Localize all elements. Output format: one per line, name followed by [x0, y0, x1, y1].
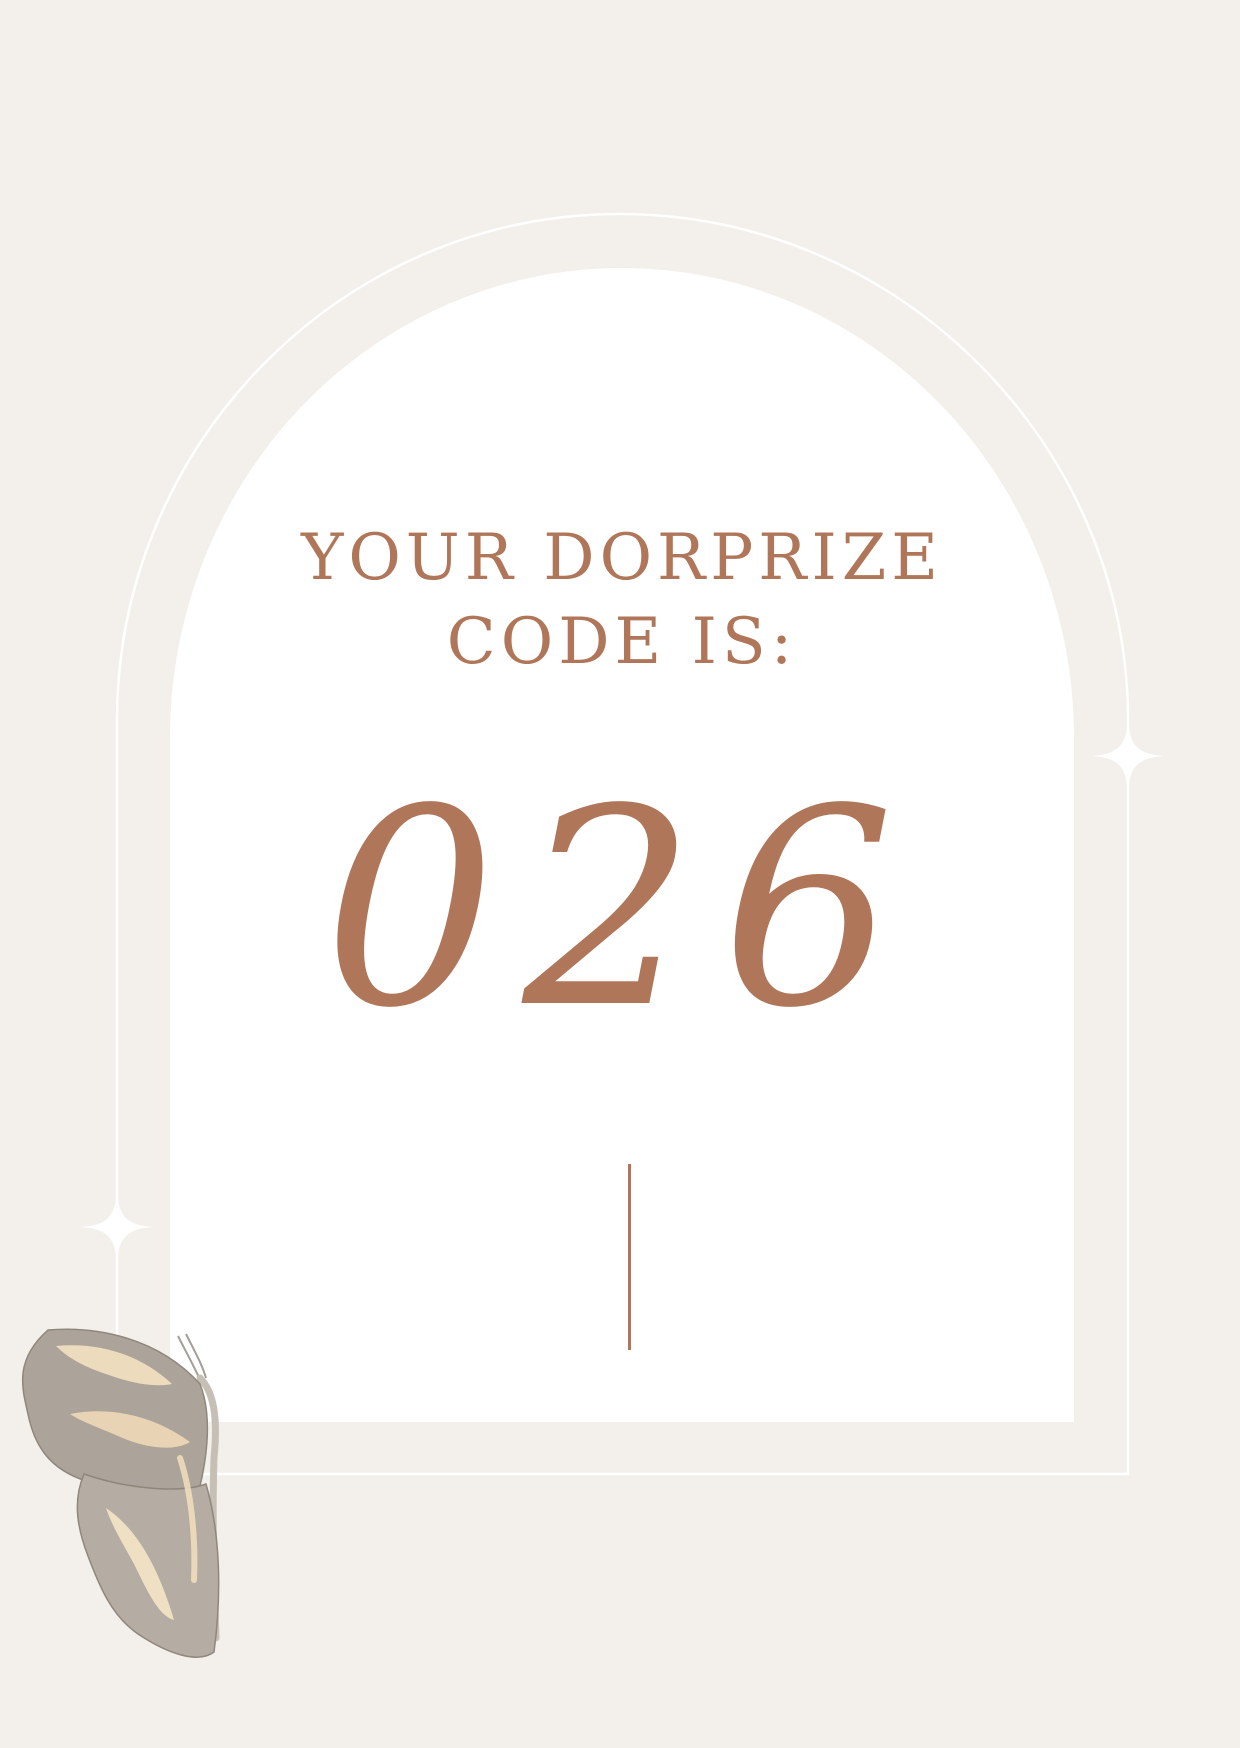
title-line-2: CODE IS: [446, 605, 798, 679]
vertical-divider [628, 1164, 631, 1350]
page-title: YOUR DORPRIZE CODE IS: [170, 516, 1074, 684]
moth-icon [21, 1328, 220, 1658]
sparkle-icon [1092, 720, 1164, 792]
prize-code: 026 [323, 752, 921, 1068]
sparkle-icon [81, 1191, 153, 1263]
title-line-1: YOUR DORPRIZE [301, 521, 943, 595]
prize-card: YOUR DORPRIZE CODE IS: 026 [0, 0, 1240, 1748]
